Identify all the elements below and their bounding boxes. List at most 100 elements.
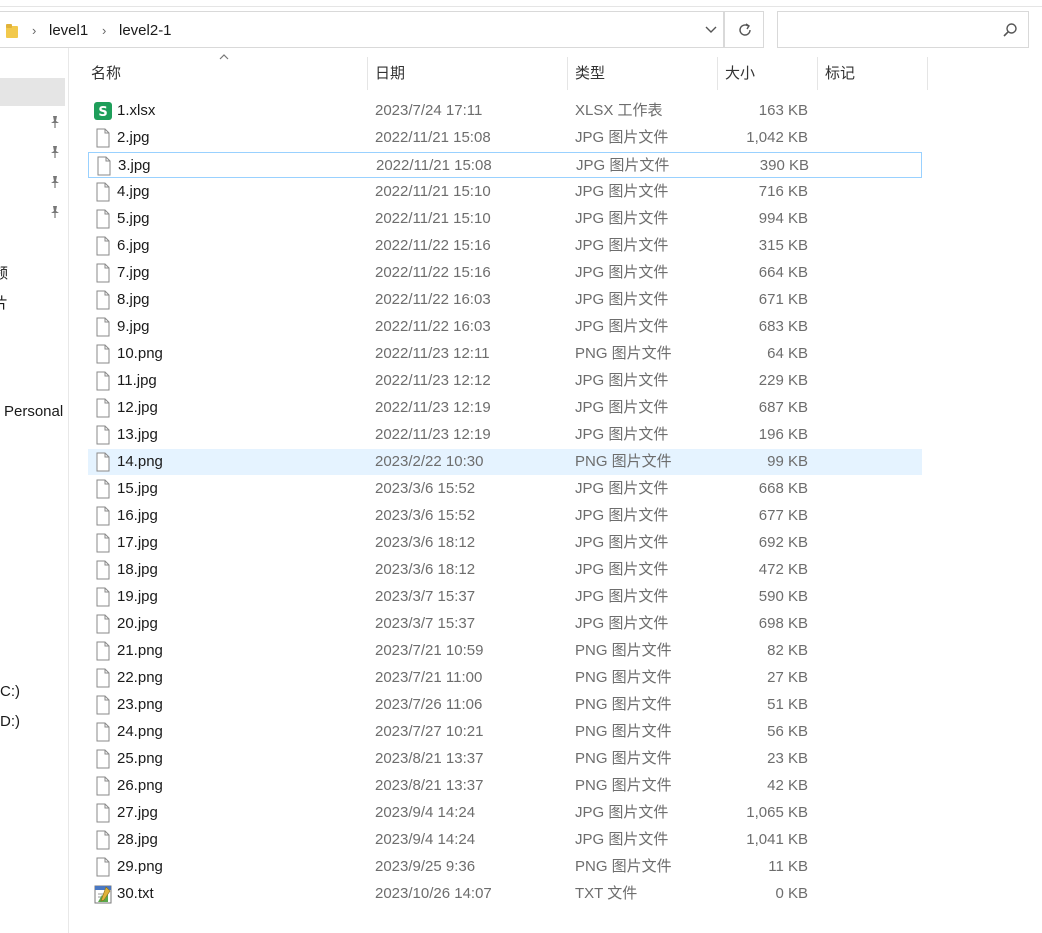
file-row[interactable]: 22.png 2023/7/21 11:00 PNG 图片文件 27 KB [88, 665, 922, 691]
pin-icon[interactable] [48, 115, 62, 129]
file-row[interactable]: 13.jpg 2022/11/23 12:19 JPG 图片文件 196 KB [88, 422, 922, 448]
file-date: 2022/11/21 15:10 [375, 210, 491, 227]
file-row[interactable]: 10.png 2022/11/23 12:11 PNG 图片文件 64 KB [88, 341, 922, 367]
breadcrumb-level2-1[interactable]: level2-1 [119, 12, 172, 49]
file-row[interactable]: 27.jpg 2023/9/4 14:24 JPG 图片文件 1,065 KB [88, 800, 922, 826]
xlsx-file-icon: S [93, 101, 113, 121]
file-name: 19.jpg [117, 588, 158, 605]
address-bar[interactable]: › level1 › level2-1 [0, 11, 724, 48]
chevron-down-icon[interactable] [698, 11, 724, 48]
file-name: 14.png [117, 453, 163, 470]
file-name: 29.png [117, 858, 163, 875]
file-icon [93, 668, 113, 688]
nav-item-pictures[interactable]: 片 [0, 292, 8, 313]
file-row[interactable]: 12.jpg 2022/11/23 12:19 JPG 图片文件 687 KB [88, 395, 922, 421]
file-row[interactable]: 25.png 2023/8/21 13:37 PNG 图片文件 23 KB [88, 746, 922, 772]
file-row[interactable]: 9.jpg 2022/11/22 16:03 JPG 图片文件 683 KB [88, 314, 922, 340]
file-icon [93, 371, 113, 391]
file-name: 8.jpg [117, 291, 150, 308]
breadcrumb-level1[interactable]: level1 [49, 12, 88, 49]
sort-ascending-icon [219, 54, 229, 60]
file-row[interactable]: 8.jpg 2022/11/22 16:03 JPG 图片文件 671 KB [88, 287, 922, 313]
file-icon [93, 236, 113, 256]
file-row[interactable]: 11.jpg 2022/11/23 12:12 JPG 图片文件 229 KB [88, 368, 922, 394]
file-size: 56 KB [767, 723, 808, 740]
file-type: PNG 图片文件 [575, 696, 672, 713]
pin-icon[interactable] [48, 145, 62, 159]
file-row[interactable]: 7.jpg 2022/11/22 15:16 JPG 图片文件 664 KB [88, 260, 922, 286]
file-row[interactable]: 16.jpg 2023/3/6 15:52 JPG 图片文件 677 KB [88, 503, 922, 529]
file-row[interactable]: 5.jpg 2022/11/21 15:10 JPG 图片文件 994 KB [88, 206, 922, 232]
file-date: 2023/7/27 10:21 [375, 723, 484, 740]
file-row[interactable]: 21.png 2023/7/21 10:59 PNG 图片文件 82 KB [88, 638, 922, 664]
file-row[interactable]: 14.png 2023/2/22 10:30 PNG 图片文件 99 KB [88, 449, 922, 475]
file-size: 994 KB [758, 210, 808, 227]
file-row[interactable]: 23.png 2023/7/26 11:06 PNG 图片文件 51 KB [88, 692, 922, 718]
svg-text:S: S [98, 105, 107, 120]
column-header-size[interactable]: 大小 [725, 57, 755, 90]
file-type: JPG 图片文件 [575, 237, 669, 254]
file-row[interactable]: 28.jpg 2023/9/4 14:24 JPG 图片文件 1,041 KB [88, 827, 922, 853]
column-divider[interactable] [927, 57, 928, 90]
file-name: 13.jpg [117, 426, 158, 443]
file-icon [93, 776, 113, 796]
file-row[interactable]: 19.jpg 2023/3/7 15:37 JPG 图片文件 590 KB [88, 584, 922, 610]
file-row[interactable]: 4.jpg 2022/11/21 15:10 JPG 图片文件 716 KB [88, 179, 922, 205]
file-icon [94, 156, 114, 176]
file-row[interactable]: 2.jpg 2022/11/21 15:08 JPG 图片文件 1,042 KB [88, 125, 922, 151]
file-type: JPG 图片文件 [575, 183, 669, 200]
file-type: PNG 图片文件 [575, 642, 672, 659]
breadcrumb-separator-icon: › [32, 23, 37, 38]
file-size: 0 KB [775, 885, 808, 902]
nav-item-drive-c[interactable]: (C:) [0, 683, 20, 700]
search-input[interactable] [777, 11, 1029, 48]
file-name: 1.xlsx [117, 102, 156, 119]
file-row[interactable]: 29.png 2023/9/25 9:36 PNG 图片文件 11 KB [88, 854, 922, 880]
file-date: 2023/7/21 11:00 [375, 669, 483, 686]
file-type: XLSX 工作表 [575, 102, 663, 119]
column-header-type[interactable]: 类型 [575, 57, 605, 90]
file-size: 668 KB [758, 480, 808, 497]
file-size: 390 KB [759, 157, 809, 174]
navigation-pane[interactable]: 频 片 Personal (C:) (D:) [0, 48, 69, 933]
pin-icon[interactable] [48, 205, 62, 219]
file-row[interactable]: 17.jpg 2023/3/6 18:12 JPG 图片文件 692 KB [88, 530, 922, 556]
file-date: 2022/11/21 15:08 [375, 129, 491, 146]
file-row[interactable]: 6.jpg 2022/11/22 15:16 JPG 图片文件 315 KB [88, 233, 922, 259]
nav-item-videos[interactable]: 频 [0, 262, 8, 283]
file-size: 42 KB [767, 777, 808, 794]
file-type: JPG 图片文件 [575, 291, 669, 308]
file-row[interactable]: 18.jpg 2023/3/6 18:12 JPG 图片文件 472 KB [88, 557, 922, 583]
nav-item-personal[interactable]: Personal [4, 403, 63, 420]
file-type: JPG 图片文件 [575, 399, 669, 416]
pin-icon[interactable] [48, 175, 62, 189]
column-divider[interactable] [367, 57, 368, 90]
file-date: 2023/8/21 13:37 [375, 750, 484, 767]
file-row[interactable]: 3.jpg 2022/11/21 15:08 JPG 图片文件 390 KB [88, 152, 922, 178]
column-header-name[interactable]: 名称 [91, 57, 121, 90]
file-row[interactable]: 15.jpg 2023/3/6 15:52 JPG 图片文件 668 KB [88, 476, 922, 502]
refresh-button[interactable] [724, 11, 764, 48]
nav-selected-item[interactable] [0, 78, 65, 106]
file-size: 698 KB [758, 615, 808, 632]
file-date: 2023/9/4 14:24 [375, 831, 476, 848]
file-date: 2023/7/21 10:59 [375, 642, 484, 659]
file-icon [93, 263, 113, 283]
file-icon [93, 344, 113, 364]
file-row[interactable]: 30.txt 2023/10/26 14:07 TXT 文件 0 KB [88, 881, 922, 907]
column-divider[interactable] [717, 57, 718, 90]
column-header-date[interactable]: 日期 [375, 57, 405, 90]
file-name: 12.jpg [117, 399, 158, 416]
file-row[interactable]: 24.png 2023/7/27 10:21 PNG 图片文件 56 KB [88, 719, 922, 745]
column-header-tag[interactable]: 标记 [825, 57, 855, 90]
file-date: 2023/2/22 10:30 [375, 453, 484, 470]
file-size: 1,041 KB [746, 831, 808, 848]
nav-item-drive-d[interactable]: (D:) [0, 713, 20, 730]
column-divider[interactable] [567, 57, 568, 90]
file-icon [93, 452, 113, 472]
file-row[interactable]: 26.png 2023/8/21 13:37 PNG 图片文件 42 KB [88, 773, 922, 799]
file-row[interactable]: S 1.xlsx 2023/7/24 17:11 XLSX 工作表 163 KB [88, 98, 922, 124]
file-row[interactable]: 20.jpg 2023/3/7 15:37 JPG 图片文件 698 KB [88, 611, 922, 637]
column-divider[interactable] [817, 57, 818, 90]
file-type: JPG 图片文件 [575, 831, 669, 848]
